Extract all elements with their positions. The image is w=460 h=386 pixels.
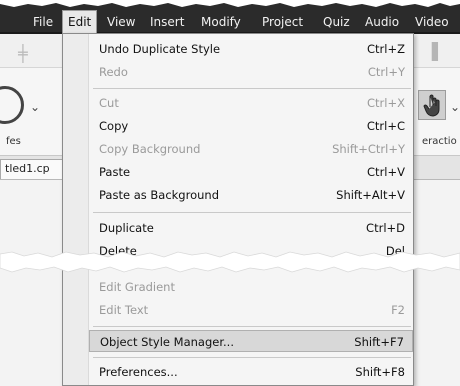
menu-item-shortcut: Shift+Alt+V [336, 188, 405, 202]
menu-item-label: Cut [99, 96, 119, 110]
menu-item-preferences[interactable]: Preferences... Shift+F8 [89, 361, 413, 383]
menu-item-paste-as-background[interactable]: Paste as Background Shift+Alt+V [89, 184, 413, 206]
ribbon-label-right: eractio [422, 136, 457, 147]
edit-menu-dropdown: Undo Duplicate Style Ctrl+Z Redo Ctrl+Y … [62, 33, 414, 386]
torn-gap [0, 251, 460, 273]
menu-item-edit-text[interactable]: Edit Text F2 [89, 299, 413, 321]
menu-item-shortcut: Ctrl+V [367, 165, 405, 179]
menu-item-cut[interactable]: Cut Ctrl+X [89, 92, 413, 114]
menu-item-undo[interactable]: Undo Duplicate Style Ctrl+Z [89, 38, 413, 60]
menu-item-label: Copy [99, 119, 129, 133]
torn-edge-top [0, 0, 460, 7]
menu-project[interactable]: Project [257, 12, 308, 32]
menu-item-label: Paste as Background [99, 188, 219, 202]
menu-item-label: Edit Text [99, 303, 149, 317]
ribbon-label-left: fes [6, 136, 21, 147]
menu-item-shortcut: F2 [391, 303, 405, 317]
hand-pointer-icon[interactable] [418, 90, 446, 120]
menu-bar: File Edit View Insert Modify Project Qui… [0, 0, 460, 34]
menu-edit[interactable]: Edit [62, 10, 98, 34]
menu-modify[interactable]: Modify [196, 12, 246, 32]
menu-insert[interactable]: Insert [145, 12, 189, 32]
menu-item-label: Duplicate [99, 221, 154, 235]
menu-item-label: Redo [99, 65, 128, 79]
menu-item-copy-background[interactable]: Copy Background Shift+Ctrl+Y [89, 138, 413, 160]
menu-item-shortcut: Ctrl+Z [367, 42, 405, 56]
menu-item-edit-gradient[interactable]: Edit Gradient [89, 276, 413, 298]
menu-view[interactable]: View [102, 12, 140, 32]
menu-item-shortcut: Shift+Ctrl+Y [332, 142, 405, 156]
menu-item-shortcut: Ctrl+D [366, 221, 405, 235]
menu-audio[interactable]: Audio [360, 12, 404, 32]
menu-item-redo[interactable]: Redo Ctrl+Y [89, 61, 413, 83]
menu-item-shortcut: Shift+F7 [354, 335, 404, 349]
menu-item-label: Undo Duplicate Style [99, 42, 221, 56]
menu-item-duplicate[interactable]: Duplicate Ctrl+D [89, 217, 413, 239]
chevron-down-icon-right[interactable]: ⌄ [450, 100, 460, 114]
align-icon[interactable]: ╪ [18, 44, 40, 63]
menu-item-shortcut: Ctrl+X [367, 96, 405, 110]
menu-separator [93, 326, 411, 327]
menu-item-shortcut: Ctrl+Y [367, 65, 405, 79]
menu-item-label: Paste [99, 165, 131, 179]
menu-item-label: Edit Gradient [99, 280, 175, 294]
menu-item-shortcut: Shift+F8 [355, 365, 405, 379]
menu-item-object-style-manager[interactable]: Object Style Manager... Shift+F7 [89, 330, 413, 352]
document-tab[interactable]: tled1.cp [0, 159, 66, 179]
menu-quiz[interactable]: Quiz [318, 12, 355, 32]
menu-video[interactable]: Video [410, 12, 454, 32]
menu-file[interactable]: File [28, 12, 58, 32]
menu-item-label: Copy Background [99, 142, 201, 156]
menu-separator [93, 357, 411, 358]
chevron-down-icon[interactable]: ⌄ [30, 100, 40, 114]
menu-separator [93, 88, 411, 89]
menu-item-label: Object Style Manager... [100, 335, 234, 349]
menu-icon-gutter [63, 34, 89, 385]
menu-item-copy[interactable]: Copy Ctrl+C [89, 115, 413, 137]
menu-separator [93, 212, 411, 213]
menu-item-shortcut: Ctrl+C [366, 119, 405, 133]
menu-item-label: Preferences... [99, 365, 178, 379]
menu-item-paste[interactable]: Paste Ctrl+V [89, 161, 413, 183]
faded-tool-icon[interactable]: ▌ [432, 42, 444, 61]
